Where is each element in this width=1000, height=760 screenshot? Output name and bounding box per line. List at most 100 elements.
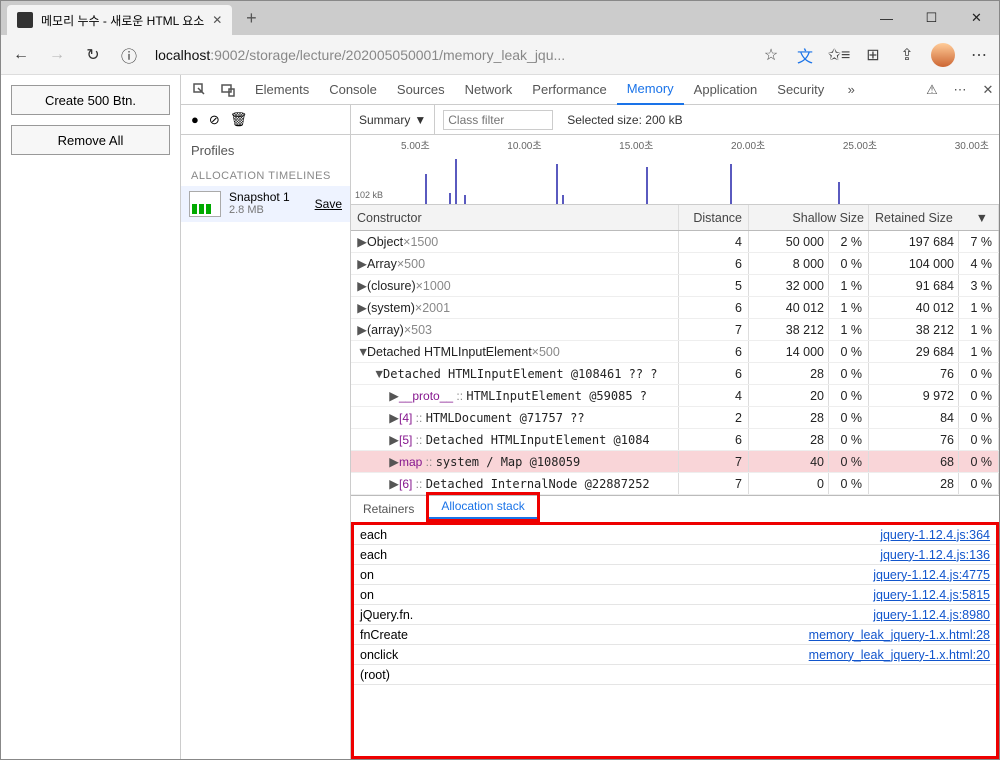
stack-fn: fnCreate (360, 628, 809, 642)
browser-tab[interactable]: 메모리 누수 - 새로운 HTML 요소 ✕ (7, 5, 232, 35)
heap-row[interactable]: ▶map :: system / Map @108059 7 40 0 % 68… (351, 451, 999, 473)
favicon-icon (17, 12, 33, 28)
stack-fn: (root) (360, 668, 990, 682)
profiles-label: Profiles (181, 135, 350, 166)
stack-link[interactable]: jquery-1.12.4.js:8980 (873, 608, 990, 622)
refresh-button[interactable]: ↻ (83, 45, 103, 65)
devtools-more-tabs[interactable]: » (840, 79, 862, 101)
delete-icon[interactable]: 🗑 (230, 111, 248, 128)
timeline-tick: 25.00초 (843, 137, 877, 152)
timeline-tick: 10.00초 (507, 137, 541, 152)
close-icon[interactable]: ✕ (212, 13, 222, 27)
minimize-button[interactable]: — (864, 3, 909, 33)
maximize-button[interactable]: ☐ (909, 3, 954, 33)
star-icon[interactable]: ☆ (761, 45, 781, 65)
snapshot-name: Snapshot 1 (229, 190, 307, 204)
url-host: localhost (155, 47, 210, 63)
site-info-icon[interactable]: ⓘ (119, 45, 139, 65)
heap-row[interactable]: ▶(closure) ×1000 5 32 000 1 % 91 684 3 % (351, 275, 999, 297)
back-button[interactable]: ← (11, 45, 31, 65)
heap-row[interactable]: ▶__proto__ :: HTMLInputElement @59085 ? … (351, 385, 999, 407)
tab-console[interactable]: Console (319, 75, 387, 105)
create-button[interactable]: Create 500 Btn. (11, 85, 170, 115)
heap-row[interactable]: ▼Detached HTMLInputElement ×500 6 14 000… (351, 341, 999, 363)
devtools-close-icon[interactable]: ✕ (977, 79, 999, 101)
col-constructor[interactable]: Constructor (351, 205, 679, 230)
stack-fn: onclick (360, 648, 809, 662)
address-bar: ← → ↻ ⓘ localhost:9002/storage/lecture/2… (1, 35, 999, 75)
share-icon[interactable]: ⇪ (897, 45, 917, 65)
timeline-tick: 20.00초 (731, 137, 765, 152)
tab-memory[interactable]: Memory (617, 75, 684, 105)
tab-elements[interactable]: Elements (245, 75, 319, 105)
summary-dropdown[interactable]: Summary ▼ (351, 105, 435, 134)
devtools-settings-icon[interactable]: ⋯ (949, 79, 971, 101)
translate-icon[interactable]: 文 (795, 45, 815, 65)
class-filter-input[interactable] (443, 110, 553, 130)
more-icon[interactable]: ⋯ (969, 45, 989, 65)
stack-link[interactable]: jquery-1.12.4.js:5815 (873, 588, 990, 602)
stack-fn: jQuery.fn. (360, 608, 873, 622)
tab-sources[interactable]: Sources (387, 75, 455, 105)
snapshot-item[interactable]: Snapshot 1 2.8 MB Save (181, 186, 350, 222)
heap-row[interactable]: ▶(system) ×2001 6 40 012 1 % 40 012 1 % (351, 297, 999, 319)
clear-icon[interactable]: ⊘ (209, 112, 220, 128)
record-icon[interactable]: ● (191, 112, 199, 127)
stack-row: onjquery-1.12.4.js:4775 (354, 565, 996, 585)
favorites-icon[interactable]: ✩≡ (829, 45, 849, 65)
profile-avatar[interactable] (931, 43, 955, 67)
close-window-button[interactable]: ✕ (954, 3, 999, 33)
heap-panel: Summary ▼ Selected size: 200 kB 102 kB 5… (351, 105, 999, 759)
heap-row[interactable]: ▶Object ×1500 4 50 000 2 % 197 684 7 % (351, 231, 999, 253)
chevron-down-icon: ▼ (414, 113, 426, 127)
stack-row: fnCreatememory_leak_jquery-1.x.html:28 (354, 625, 996, 645)
tab-title: 메모리 누수 - 새로운 HTML 요소 (41, 12, 204, 29)
col-retained[interactable]: Retained Size▼ (869, 205, 999, 230)
collections-icon[interactable]: ⊞ (863, 45, 883, 65)
col-shallow[interactable]: Shallow Size (749, 205, 869, 230)
heap-row[interactable]: ▶Array ×500 6 8 000 0 % 104 000 4 % (351, 253, 999, 275)
col-distance[interactable]: Distance (679, 205, 749, 230)
heap-row[interactable]: ▶(array) ×503 7 38 212 1 % 38 212 1 % (351, 319, 999, 341)
stack-link[interactable]: jquery-1.12.4.js:4775 (873, 568, 990, 582)
stack-row: eachjquery-1.12.4.js:364 (354, 525, 996, 545)
errors-icon[interactable]: ⚠ (921, 79, 943, 101)
stack-link[interactable]: jquery-1.12.4.js:136 (880, 548, 990, 562)
remove-button[interactable]: Remove All (11, 125, 170, 155)
forward-button[interactable]: → (47, 45, 67, 65)
stack-row: jQuery.fn.jquery-1.12.4.js:8980 (354, 605, 996, 625)
stack-link[interactable]: memory_leak_jquery-1.x.html:20 (809, 648, 990, 662)
timeline-tick: 30.00초 (955, 137, 989, 152)
devtools-panel: ElementsConsoleSourcesNetworkPerformance… (181, 75, 999, 759)
snapshot-save-link[interactable]: Save (315, 197, 342, 211)
tab-allocation-stack[interactable]: Allocation stack (429, 495, 536, 519)
stack-link[interactable]: jquery-1.12.4.js:364 (880, 528, 990, 542)
stack-link[interactable]: memory_leak_jquery-1.x.html:28 (809, 628, 990, 642)
page-content: Create 500 Btn. Remove All (1, 75, 181, 759)
tab-retainers[interactable]: Retainers (351, 496, 426, 522)
device-toggle-icon[interactable] (217, 79, 239, 101)
stack-row: onjquery-1.12.4.js:5815 (354, 585, 996, 605)
stack-fn: on (360, 568, 873, 582)
profiles-section-header: ALLOCATION TIMELINES (181, 166, 350, 186)
tab-application[interactable]: Application (684, 75, 768, 105)
tab-performance[interactable]: Performance (522, 75, 616, 105)
allocation-timeline[interactable]: 102 kB 5.00초10.00초15.00초20.00초25.00초30.0… (351, 135, 999, 205)
allocation-stack-panel: eachjquery-1.12.4.js:364eachjquery-1.12.… (351, 522, 999, 759)
timeline-ylabel: 102 kB (355, 190, 383, 200)
tab-network[interactable]: Network (455, 75, 523, 105)
devtools-tabbar: ElementsConsoleSourcesNetworkPerformance… (181, 75, 999, 105)
heap-row[interactable]: ▶[5] :: Detached HTMLInputElement @1084 … (351, 429, 999, 451)
stack-fn: each (360, 548, 880, 562)
inspect-icon[interactable] (189, 79, 211, 101)
url-box[interactable]: localhost:9002/storage/lecture/202005050… (155, 47, 745, 63)
tab-security[interactable]: Security (767, 75, 834, 105)
url-path: :9002/storage/lecture/202005050001/memor… (210, 47, 565, 63)
heap-row[interactable]: ▼Detached HTMLInputElement @108461 ?? ? … (351, 363, 999, 385)
new-tab-button[interactable]: + (236, 3, 266, 33)
heap-row[interactable]: ▶[4] :: HTMLDocument @71757 ?? 2 28 0 % … (351, 407, 999, 429)
stack-row: (root) (354, 665, 996, 685)
snapshot-size: 2.8 MB (229, 204, 307, 217)
stack-row: onclickmemory_leak_jquery-1.x.html:20 (354, 645, 996, 665)
timeline-tick: 5.00초 (401, 137, 430, 152)
